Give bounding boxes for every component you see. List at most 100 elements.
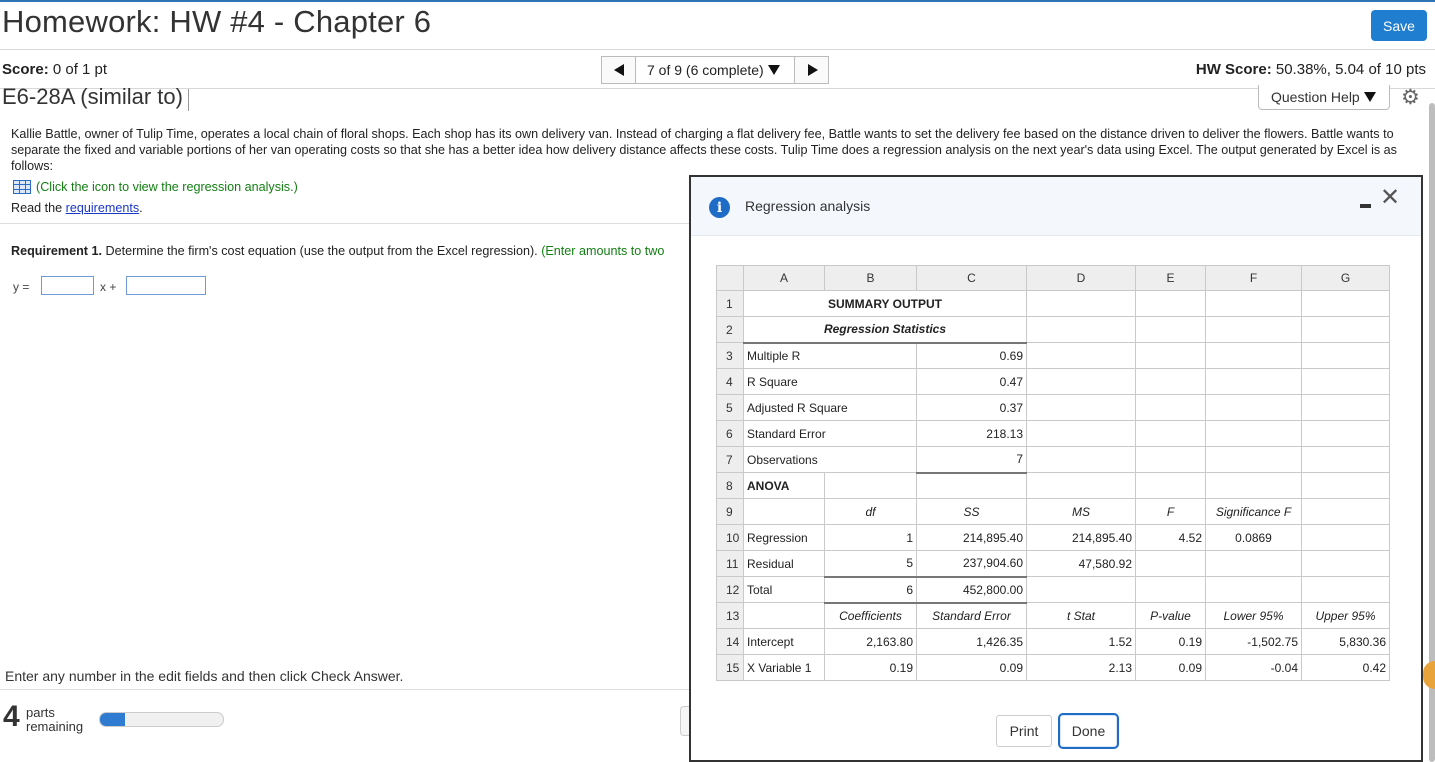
column-header: C <box>916 265 1027 291</box>
hw-score-display: HW Score: 50.38%, 5.04 of 10 pts <box>1196 61 1426 78</box>
table-row: 15 X Variable 1 0.19 0.09 2.13 0.09 -0.04 0.42 <box>716 654 1390 681</box>
sheet-cell: df <box>824 498 917 525</box>
stat-value: 0.47 <box>916 368 1027 395</box>
empty-cell <box>1135 316 1206 343</box>
sheet-cell: 214,895.40 <box>1026 524 1136 551</box>
parts-remaining-count: 4 <box>3 700 20 733</box>
table-row: 11 Residual 5 237,904.60 47,580.92 <box>716 550 1390 578</box>
sheet-cell: 237,904.60 <box>916 550 1027 578</box>
progress-bar <box>99 712 224 727</box>
close-icon[interactable]: ✕ <box>1380 186 1400 210</box>
previous-question-button[interactable] <box>601 56 636 84</box>
empty-cell <box>1205 342 1302 369</box>
stat-value: 218.13 <box>916 420 1027 447</box>
corner-cell <box>716 265 744 291</box>
empty-cell <box>1205 368 1302 395</box>
requirement-1-text: Determine the firm's cost equation (use … <box>101 244 542 258</box>
sheet-cell: Lower 95% <box>1205 602 1302 629</box>
question-help-dropdown[interactable]: Question Help <box>1258 85 1390 110</box>
section-heading: Regression Statistics <box>743 316 1027 344</box>
sheet-cell: F <box>1135 498 1206 525</box>
empty-cell <box>1301 290 1390 317</box>
hw-score-value: 50.38%, 5.04 of 10 pts <box>1275 61 1426 78</box>
stat-label: Standard Error <box>743 420 917 447</box>
stat-label: Observations <box>743 446 917 473</box>
arrow-right-icon <box>808 64 818 76</box>
empty-cell <box>1026 368 1136 395</box>
question-help-label: Question Help <box>1271 89 1360 105</box>
fixed-cost-input[interactable] <box>126 276 206 295</box>
empty-cell <box>1026 316 1136 343</box>
row-number: 3 <box>716 342 744 369</box>
empty-cell <box>1205 446 1302 473</box>
minimize-icon[interactable] <box>1360 204 1371 208</box>
sheet-cell: 4.52 <box>1135 524 1206 551</box>
sheet-cell: 0.09 <box>1135 654 1206 681</box>
empty-cell <box>1205 316 1302 343</box>
done-button[interactable]: Done <box>1058 713 1119 749</box>
empty-cell <box>1026 472 1136 499</box>
divider <box>188 89 189 111</box>
section-heading: ANOVA <box>743 472 825 499</box>
sheet-cell: Significance F <box>1205 498 1302 525</box>
table-row: 10 Regression 1 214,895.40 214,895.40 4.52 0.0… <box>716 524 1390 551</box>
table-row: 1 SUMMARY OUTPUT <box>716 290 1390 317</box>
arrow-left-icon <box>614 64 624 76</box>
save-button[interactable]: Save <box>1371 10 1427 41</box>
gear-icon[interactable]: ⚙ <box>1401 85 1420 110</box>
divider <box>0 223 690 224</box>
table-row: 2 Regression Statistics <box>716 316 1390 344</box>
side-tab[interactable] <box>1423 661 1435 689</box>
row-number: 1 <box>716 290 744 317</box>
print-button[interactable]: Print <box>996 715 1052 747</box>
table-row: 3 Multiple R 0.69 <box>716 342 1390 369</box>
variable-cost-input[interactable] <box>41 276 94 295</box>
sheet-cell: X Variable 1 <box>743 654 825 681</box>
empty-cell <box>1301 342 1390 369</box>
sheet-cell: Regression <box>743 524 825 551</box>
requirements-link[interactable]: requirements <box>66 201 140 215</box>
empty-cell <box>1301 446 1390 473</box>
stat-value: 0.37 <box>916 394 1027 421</box>
row-number: 13 <box>716 602 744 629</box>
question-selector-dropdown[interactable]: 7 of 9 (6 complete) <box>635 56 795 84</box>
info-icon: i <box>709 197 730 218</box>
empty-cell <box>1205 290 1302 317</box>
table-row: 8 ANOVA <box>716 472 1390 499</box>
sheet-cell: 5,830.36 <box>1301 628 1390 655</box>
row-number: 6 <box>716 420 744 447</box>
row-number: 15 <box>716 654 744 681</box>
requirement-1-hint: (Enter amounts to two <box>541 244 665 258</box>
sheet-cell: 0.0869 <box>1205 524 1302 551</box>
sheet-cell: -0.04 <box>1205 654 1302 681</box>
sheet-cell: 0.42 <box>1301 654 1390 681</box>
row-number: 8 <box>716 472 744 499</box>
row-number: 5 <box>716 394 744 421</box>
question-title: E6-28A (similar to) <box>2 84 183 109</box>
sheet-cell: 2,163.80 <box>824 628 917 655</box>
table-row: 5 Adjusted R Square 0.37 <box>716 394 1390 421</box>
empty-cell <box>1301 368 1390 395</box>
sheet-cell: -1,502.75 <box>1205 628 1302 655</box>
empty-cell <box>1135 290 1206 317</box>
next-question-button[interactable] <box>794 56 829 84</box>
row-number: 9 <box>716 498 744 525</box>
regression-analysis-link[interactable]: (Click the icon to view the regression a… <box>13 180 298 194</box>
sheet-cell: 5 <box>824 550 917 578</box>
empty-cell <box>1135 342 1206 369</box>
column-header: E <box>1135 265 1206 291</box>
sheet-cell <box>1135 576 1206 603</box>
sheet-cell <box>1301 550 1390 577</box>
empty-cell <box>1135 472 1206 499</box>
regression-spreadsheet: A B C D E F G 1 SUMMARY OUTPUT 2 Regression Statis… <box>716 265 1390 681</box>
table-row: 14 Intercept 2,163.80 1,426.35 1.52 0.19 -1,50… <box>716 628 1390 655</box>
divider <box>0 88 1435 89</box>
page-title: Homework: HW #4 - Chapter 6 <box>2 4 432 39</box>
empty-cell <box>1026 420 1136 447</box>
sheet-cell: 0.19 <box>824 654 917 681</box>
sheet-cell: Upper 95% <box>1301 602 1390 629</box>
column-header: F <box>1205 265 1302 291</box>
table-row: 4R Square 0.47 <box>716 368 1390 395</box>
read-prefix: Read the <box>11 201 66 215</box>
sheet-cell: MS <box>1026 498 1136 525</box>
